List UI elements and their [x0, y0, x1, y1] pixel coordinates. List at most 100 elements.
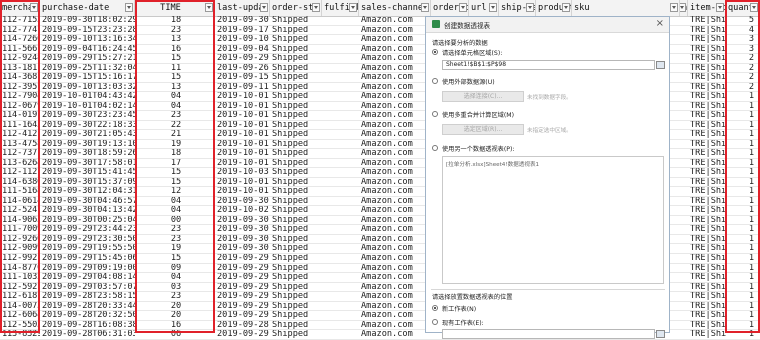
cell-order-status[interactable]: Shipped — [270, 64, 322, 74]
cell-time[interactable]: 06 — [135, 330, 215, 340]
cell-purchase-date[interactable]: 2019-09-29T19:55:50 — [40, 244, 135, 254]
cell-time[interactable]: 04 — [135, 206, 215, 216]
cell-last-updated[interactable]: 2019-10-01 — [215, 140, 270, 150]
filter-dropdown-icon[interactable] — [459, 3, 467, 12]
radio-external-source[interactable] — [432, 78, 438, 84]
filter-dropdown-icon[interactable] — [716, 3, 724, 12]
cell-order-status[interactable]: Shipped — [270, 311, 322, 321]
cell-order-status[interactable]: Shipped — [270, 92, 322, 102]
cell-merchant[interactable]: 112-1127 — [0, 168, 40, 178]
cell-item-status[interactable]: TRE|Shipped — [688, 73, 726, 83]
cell-sales-channel[interactable]: Amazon.com — [359, 216, 431, 226]
cell-order-status[interactable]: Shipped — [270, 159, 322, 169]
cell-merchant[interactable]: 114-0197 — [0, 111, 40, 121]
cell-merchant[interactable]: 112-5503 — [0, 321, 40, 331]
cell-item-status[interactable]: TRE|Shipped — [688, 102, 726, 112]
cell-quantity[interactable]: 1 — [726, 159, 760, 169]
cell-item-status[interactable]: TRE|Shipped — [688, 111, 726, 121]
cell-order-status[interactable]: Shipped — [270, 197, 322, 207]
cell-last-updated[interactable]: 2019-10-01 — [215, 159, 270, 169]
cell-merchant[interactable]: 112-9248 — [0, 54, 40, 64]
cell-sales-channel[interactable]: Amazon.com — [359, 311, 431, 321]
radio-select-range-label[interactable]: 请选择单元格区域(S): — [442, 48, 502, 57]
radio-external-source-label[interactable]: 使用外部数据源(U) — [442, 77, 495, 86]
filter-dropdown-icon[interactable] — [526, 3, 534, 12]
cell-order-status[interactable]: Shipped — [270, 283, 322, 293]
cell-order-status[interactable]: Shipped — [270, 168, 322, 178]
filter-dropdown-icon[interactable] — [670, 3, 678, 12]
cell-order-status[interactable]: Shipped — [270, 178, 322, 188]
cell-time[interactable]: 00 — [135, 216, 215, 226]
cell-item-status[interactable]: TRE|Shipped — [688, 45, 726, 55]
cell-time[interactable]: 19 — [135, 140, 215, 150]
cell-merchant[interactable]: 111-5667 — [0, 45, 40, 55]
cell-item-status[interactable]: TRE|Shipped — [688, 64, 726, 74]
cell-purchase-date[interactable]: 2019-09-30T19:13:10 — [40, 140, 135, 150]
cell-order-status[interactable]: Shipped — [270, 216, 322, 226]
cell-time[interactable]: 15 — [135, 254, 215, 264]
cell-order-status[interactable]: Shipped — [270, 235, 322, 245]
cell-time[interactable]: 20 — [135, 311, 215, 321]
cell-purchase-date[interactable]: 2019-09-28T23:58:15 — [40, 292, 135, 302]
column-header-url[interactable]: url — [469, 0, 499, 16]
cell-order-status[interactable]: Shipped — [270, 330, 322, 340]
cell-merchant[interactable]: 112-7904 — [0, 92, 40, 102]
cell-item-status[interactable]: TRE|Shipped — [688, 16, 726, 26]
cell-quantity[interactable]: 1 — [726, 254, 760, 264]
cell-order-status[interactable]: Shipped — [270, 83, 322, 93]
pivot-list-item[interactable]: [拉单分析.xlsx]Sheet4!数据透视表1 — [446, 160, 539, 168]
cell-purchase-date[interactable]: 2019-09-15T15:16:17 — [40, 73, 135, 83]
cell-last-updated[interactable]: 2019-09-29 — [215, 264, 270, 274]
filter-dropdown-icon[interactable] — [260, 3, 268, 12]
cell-sales-channel[interactable]: Amazon.com — [359, 283, 431, 293]
cell-time[interactable]: 13 — [135, 83, 215, 93]
cell-item-status[interactable]: TRE|Shipped — [688, 83, 726, 93]
cell-item-status[interactable]: TRE|Shipped — [688, 216, 726, 226]
cell-item-status[interactable]: TRE|Shipped — [688, 92, 726, 102]
cell-time[interactable]: 03 — [135, 283, 215, 293]
cell-time[interactable]: 23 — [135, 225, 215, 235]
cell-item-status[interactable]: TRE|Shipped — [688, 149, 726, 159]
cell-time[interactable]: 04 — [135, 273, 215, 283]
cell-time[interactable]: 15 — [135, 178, 215, 188]
cell-order-status[interactable]: Shipped — [270, 187, 322, 197]
cell-sales-channel[interactable]: Amazon.com — [359, 178, 431, 188]
cell-purchase-date[interactable]: 2019-09-28T20:32:50 — [40, 311, 135, 321]
cell-merchant[interactable]: 111-5168 — [0, 187, 40, 197]
cell-purchase-date[interactable]: 2019-09-30T15:41:45 — [40, 168, 135, 178]
cell-quantity[interactable]: 1 — [726, 330, 760, 340]
cell-item-status[interactable]: TRE|Shipped — [688, 321, 726, 331]
cell-order-status[interactable]: Shipped — [270, 35, 322, 45]
cell-merchant[interactable]: 112-5247 — [0, 206, 40, 216]
cell-purchase-date[interactable]: 2019-09-30T23:23:45 — [40, 111, 135, 121]
cell-last-updated[interactable]: 2019-09-30 — [215, 216, 270, 226]
cell-merchant[interactable]: 113-6264 — [0, 159, 40, 169]
cell-purchase-date[interactable]: 2019-09-29T03:57:07 — [40, 283, 135, 293]
cell-sales-channel[interactable]: Amazon.com — [359, 321, 431, 331]
cell-quantity[interactable]: 1 — [726, 273, 760, 283]
cell-time[interactable]: 18 — [135, 16, 215, 26]
cell-quantity[interactable]: 1 — [726, 149, 760, 159]
cell-quantity[interactable]: 1 — [726, 244, 760, 254]
cell-merchant[interactable]: 114-6386 — [0, 178, 40, 188]
cell-order-status[interactable]: Shipped — [270, 111, 322, 121]
cell-quantity[interactable]: 1 — [726, 302, 760, 312]
column-header-ship-service[interactable]: ship-ser — [499, 0, 536, 16]
cell-quantity[interactable]: 2 — [726, 73, 760, 83]
cell-sales-channel[interactable]: Amazon.com — [359, 264, 431, 274]
cell-purchase-date[interactable]: 2019-10-01T04:02:14 — [40, 102, 135, 112]
cell-order-status[interactable]: Shipped — [270, 273, 322, 283]
filter-dropdown-icon[interactable] — [750, 3, 758, 12]
cell-time[interactable]: 17 — [135, 159, 215, 169]
cell-purchase-date[interactable]: 2019-09-25T11:32:04 — [40, 64, 135, 74]
cell-last-updated[interactable]: 2019-10-01 — [215, 149, 270, 159]
cell-last-updated[interactable]: 2019-09-04 — [215, 45, 270, 55]
cell-sales-channel[interactable]: Amazon.com — [359, 159, 431, 169]
cell-purchase-date[interactable]: 2019-09-30T21:05:43 — [40, 130, 135, 140]
cell-purchase-date[interactable]: 2019-09-30T12:04:31 — [40, 187, 135, 197]
cell-last-updated[interactable]: 2019-09-29 — [215, 254, 270, 264]
column-header-merchant[interactable]: merchant- — [0, 0, 40, 16]
cell-last-updated[interactable]: 2019-09-17 — [215, 26, 270, 36]
cell-sales-channel[interactable]: Amazon.com — [359, 197, 431, 207]
cell-quantity[interactable]: 2 — [726, 83, 760, 93]
